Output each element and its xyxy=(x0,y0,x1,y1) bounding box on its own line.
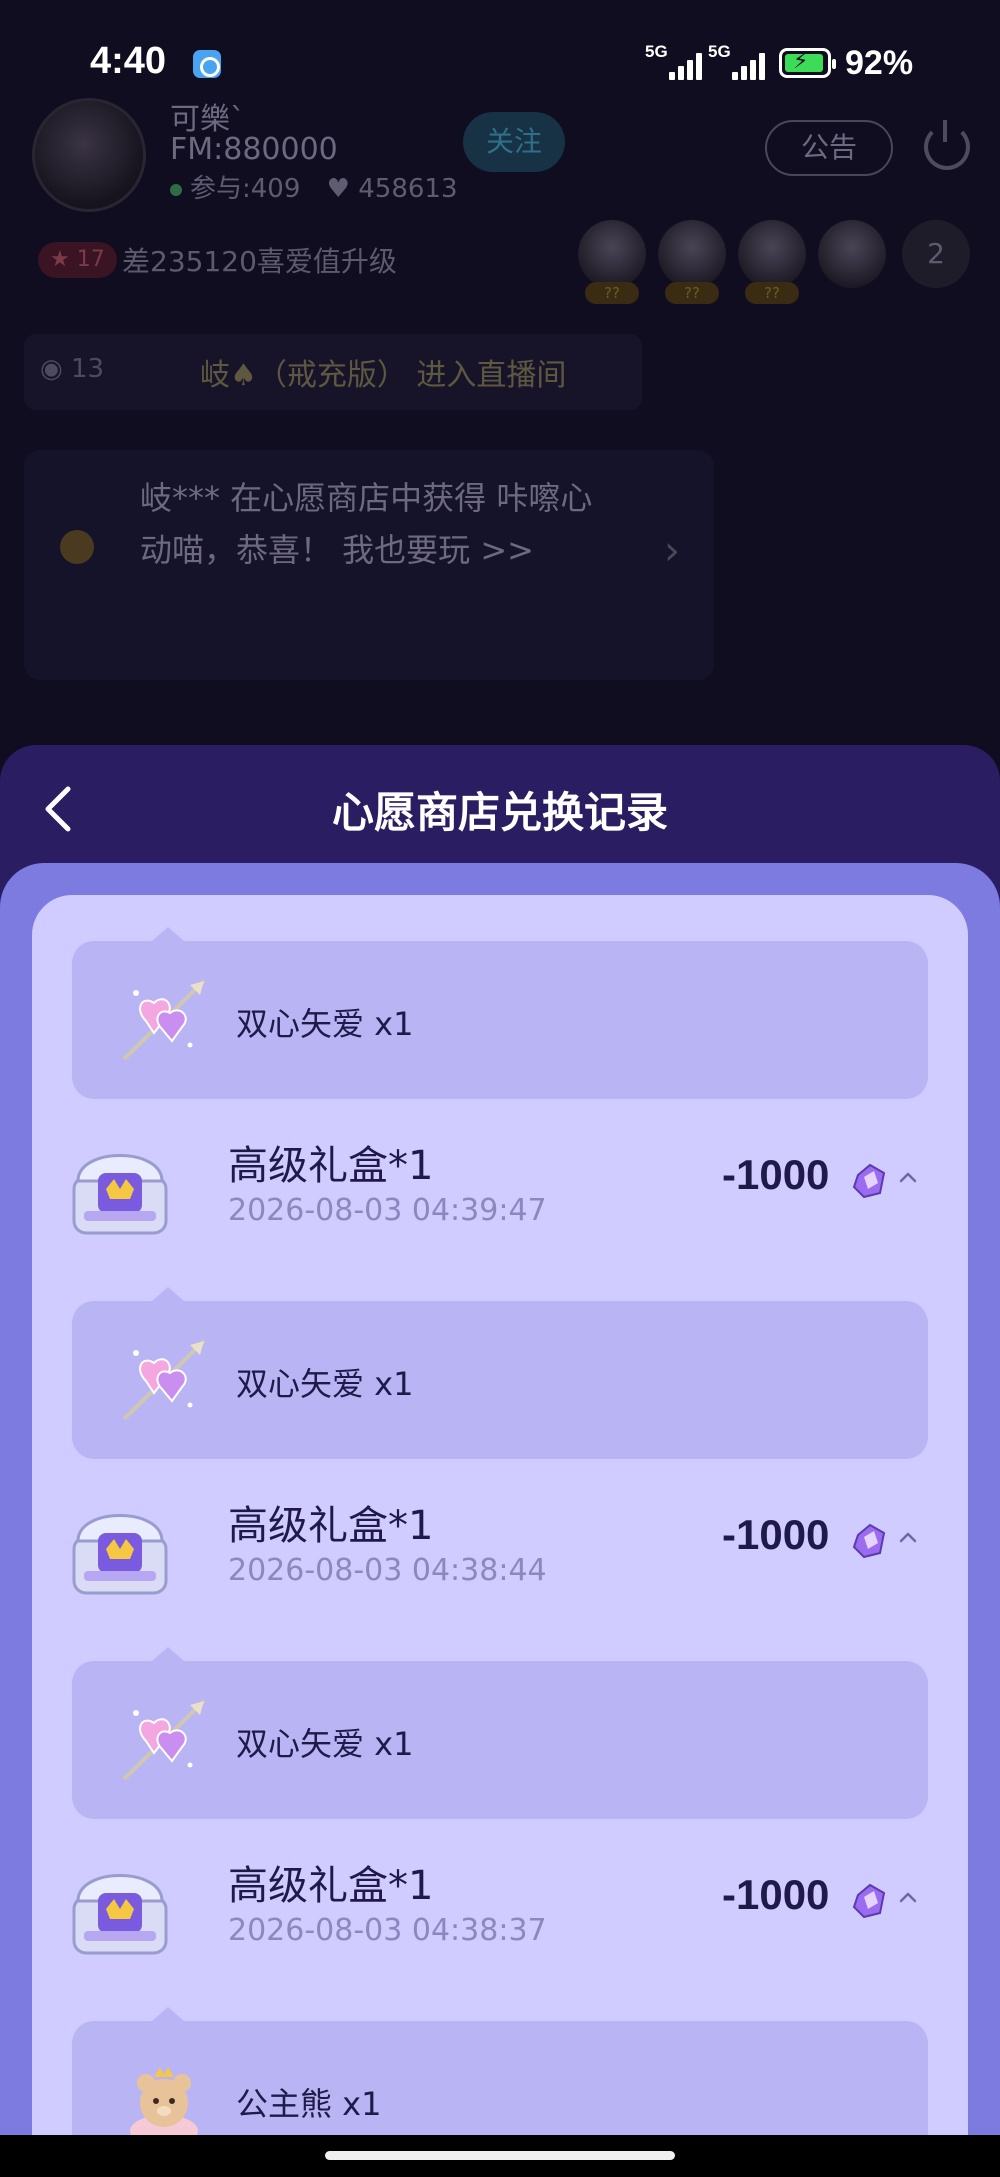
host-fm-id: FM:880000 xyxy=(170,132,338,167)
double-heart-arrow-icon xyxy=(122,1699,206,1781)
reward-label: 公主熊 x1 xyxy=(236,2085,382,2123)
record-list[interactable]: 双心矢爱 x1 高级礼盒*1 2026-08-03 04:39:47 -1000 xyxy=(32,895,968,2177)
record-cost: -1000 xyxy=(722,1871,830,1918)
enter-notice-text: 岐♠（戒充版） 进入直播间 xyxy=(200,358,567,393)
viewer-count[interactable]: 2 xyxy=(902,220,970,288)
record-row[interactable]: 高级礼盒*1 2026-08-03 04:38:44 -1000 xyxy=(32,1481,968,1611)
gift-chest-icon xyxy=(72,1154,168,1235)
viewer-avatar[interactable] xyxy=(738,220,806,288)
record-time: 2026-08-03 04:39:47 xyxy=(228,1193,547,1228)
record-item-name: 高级礼盒*1 xyxy=(228,1143,434,1189)
host-stats: 参与:409 ♥ 458613 xyxy=(170,168,458,205)
record-row[interactable]: 高级礼盒*1 2026-08-03 04:38:37 -1000 xyxy=(32,1841,968,1971)
reward-card: 双心矢爱 x1 xyxy=(72,1287,928,1459)
record-row[interactable]: 高级礼盒*1 2026-08-03 04:39:47 -1000 xyxy=(32,1121,968,1251)
record-item-name: 高级礼盒*1 xyxy=(228,1503,434,1549)
power-icon[interactable] xyxy=(924,120,970,170)
participants-count: 参与:409 xyxy=(190,174,301,204)
online-dot-icon xyxy=(170,183,182,196)
upgrade-progress-text: 差235120喜爱值升级 xyxy=(122,245,397,278)
notice-button[interactable]: 公告 xyxy=(765,120,893,176)
viewer-tag: ?? xyxy=(585,282,639,304)
level-badge: ★ 17 xyxy=(38,242,117,278)
enter-level: ◉ 13 xyxy=(40,354,105,384)
reward-label: 双心矢爱 x1 xyxy=(236,1005,414,1043)
system-message-text: 岐*** 在心愿商店中获得 咔嚓心动喵，恭喜！ 我也要玩 >> xyxy=(140,479,593,569)
gift-chest-icon xyxy=(72,1874,168,1955)
viewer-tag: ?? xyxy=(665,282,719,304)
double-heart-arrow-icon xyxy=(122,979,206,1061)
viewer-avatar[interactable] xyxy=(818,220,886,288)
record-item-name: 高级礼盒*1 xyxy=(228,1863,434,1909)
chevron-up-icon[interactable] xyxy=(896,1165,920,1189)
notification-app-icon xyxy=(193,50,221,78)
viewer-tag: ?? xyxy=(745,282,799,304)
viewer-avatar[interactable] xyxy=(658,220,726,288)
home-indicator[interactable] xyxy=(325,2151,675,2160)
viewer-avatar[interactable] xyxy=(578,220,646,288)
hearts-count: 458613 xyxy=(358,174,458,204)
princess-bear-icon xyxy=(130,2067,198,2147)
gift-chest-icon xyxy=(72,1514,168,1595)
double-heart-arrow-icon xyxy=(122,1339,206,1421)
record-time: 2026-08-03 04:38:37 xyxy=(228,1913,547,1948)
record-time: 2026-08-03 04:38:44 xyxy=(228,1553,547,1588)
wish-gem-icon xyxy=(852,1163,886,1199)
host-avatar[interactable] xyxy=(32,98,146,212)
chevron-up-icon[interactable] xyxy=(896,1525,920,1549)
chevron-up-icon[interactable] xyxy=(896,1885,920,1909)
heart-icon: ♥ xyxy=(326,174,350,204)
message-emoji-icon xyxy=(60,530,94,564)
chevron-right-icon[interactable]: › xyxy=(664,528,680,574)
reward-card: 双心矢爱 x1 xyxy=(72,1647,928,1819)
battery-percent: 92% xyxy=(845,44,914,82)
live-room-background: 可樂` FM:880000 参与:409 ♥ 458613 关注 公告 ★ 17… xyxy=(0,80,1000,740)
wish-gem-icon xyxy=(852,1883,886,1919)
record-cost: -1000 xyxy=(722,1151,830,1198)
exchange-record-sheet: 心愿商店兑换记录 双心矢爱 x1 高级礼盒*1 2026-08-03 04:39… xyxy=(0,745,1000,2177)
sheet-title: 心愿商店兑换记录 xyxy=(331,788,668,837)
wish-gem-icon xyxy=(852,1523,886,1559)
follow-button[interactable]: 关注 xyxy=(463,112,565,172)
reward-card: 双心矢爱 x1 xyxy=(72,927,928,1099)
reward-label: 双心矢爱 x1 xyxy=(236,1725,414,1763)
record-cost: -1000 xyxy=(722,1511,830,1558)
charging-bolt-icon: ⚡ xyxy=(793,49,809,74)
reward-label: 双心矢爱 x1 xyxy=(236,1365,414,1403)
status-time: 4:40 xyxy=(90,40,167,82)
record-list-panel: 双心矢爱 x1 高级礼盒*1 2026-08-03 04:39:47 -1000 xyxy=(0,863,1000,2177)
